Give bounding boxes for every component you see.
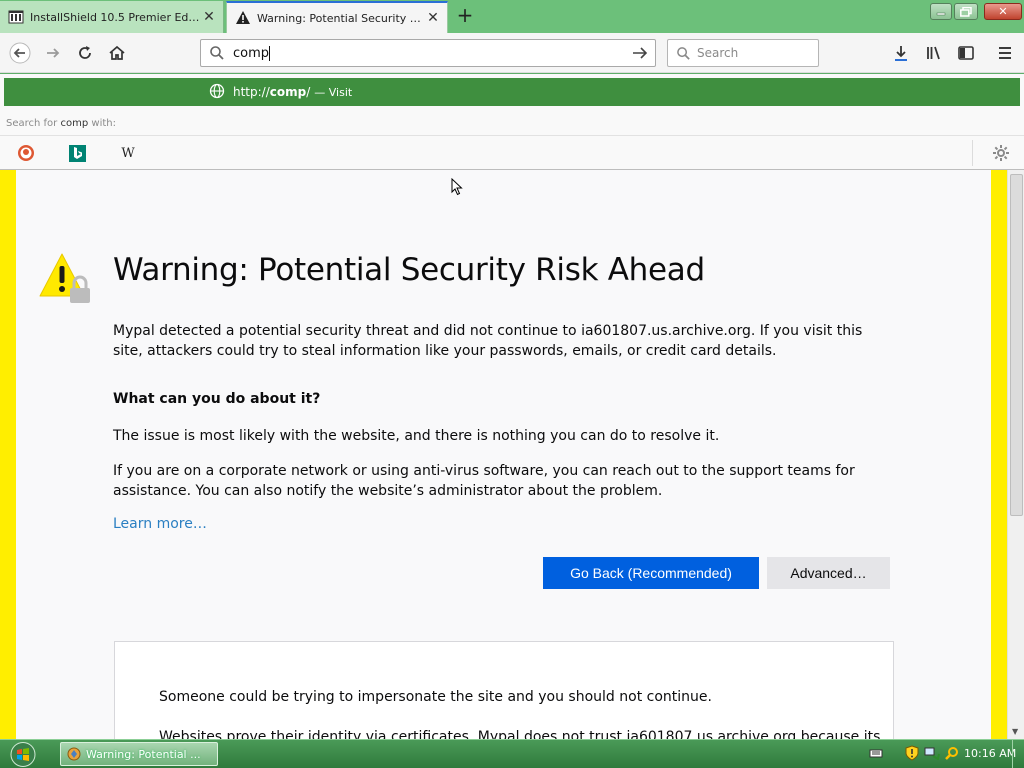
tab-installshield[interactable]: InstallShield 10.5 Premier Edition ✕ <box>0 1 224 33</box>
network-icon[interactable] <box>922 744 942 762</box>
search-for-prefix: Search for <box>6 118 58 129</box>
taskbar-window-button[interactable]: Warning: Potential ... <box>60 742 218 766</box>
go-arrow-icon[interactable] <box>631 44 649 65</box>
page-content: ▼ Warning: Potential Security Risk Ahead… <box>0 170 1024 739</box>
learn-more-link[interactable]: Learn more… <box>113 516 207 532</box>
suggestion-prefix: http:// <box>233 85 270 99</box>
search-for-suffix: with: <box>91 118 116 129</box>
search-for-label: Search for comp with: <box>6 118 116 129</box>
duckduckgo-icon[interactable] <box>16 143 36 163</box>
search-for-term: comp <box>60 118 89 129</box>
search-engine-list: W <box>0 135 1024 169</box>
scrollbar-thumb[interactable] <box>1010 174 1023 516</box>
scroll-down-arrow-icon[interactable]: ▼ <box>1012 727 1018 736</box>
browser-app-icon <box>67 747 81 761</box>
mouse-cursor-icon <box>451 177 463 199</box>
search-icon <box>676 46 691 61</box>
advanced-button[interactable]: Advanced… <box>767 557 890 589</box>
url-input-value[interactable]: comp <box>233 45 271 61</box>
minimize-icon[interactable] <box>930 3 952 20</box>
archive-icon <box>8 9 24 25</box>
visit-suggestion[interactable]: http://comp / — Visit <box>4 78 1020 106</box>
show-desktop-button[interactable] <box>1012 740 1024 768</box>
advanced-text: Someone could be trying to impersonate t… <box>159 689 712 705</box>
tab-title: Warning: Potential Security Risk Ahead <box>257 11 425 25</box>
wikipedia-icon[interactable]: W <box>118 143 138 163</box>
tab-strip: InstallShield 10.5 Premier Edition ✕ War… <box>0 0 1024 33</box>
keyboard-icon[interactable] <box>866 744 886 762</box>
suggestion-host: comp <box>269 85 307 99</box>
go-back-button[interactable]: Go Back (Recommended) <box>543 557 759 589</box>
download-icon[interactable] <box>889 41 913 65</box>
url-autocomplete-popup: http://comp / — Visit Search for comp wit… <box>0 74 1024 170</box>
suggestion-action: — Visit <box>314 85 353 99</box>
corporate-text: If you are on a corporate network or usi… <box>113 463 855 499</box>
menu-icon[interactable] <box>993 41 1017 65</box>
close-tab-icon[interactable]: ✕ <box>425 10 441 26</box>
tab-security-warning[interactable]: Warning: Potential Security Risk Ahead ✕ <box>226 1 448 33</box>
tab-title: InstallShield 10.5 Premier Edition <box>30 10 201 24</box>
security-warning-icon <box>38 252 94 309</box>
search-placeholder: Search <box>697 46 739 60</box>
system-tray <box>866 744 962 762</box>
new-tab-icon[interactable]: + <box>454 5 476 27</box>
advanced-panel: Someone could be trying to impersonate t… <box>114 641 894 739</box>
wikipedia-glyph: W <box>121 145 135 161</box>
library-icon[interactable] <box>922 41 946 65</box>
page-title: Warning: Potential Security Risk Ahead <box>113 252 705 288</box>
search-tray-icon[interactable] <box>942 744 962 762</box>
back-icon[interactable] <box>8 41 32 65</box>
close-window-icon[interactable]: ✕ <box>984 3 1022 20</box>
restore-icon[interactable] <box>954 3 978 20</box>
section-heading: What can you do about it? <box>113 391 321 407</box>
reload-icon[interactable] <box>73 41 97 65</box>
home-icon[interactable] <box>105 41 129 65</box>
gear-icon[interactable] <box>992 144 1010 165</box>
vertical-scrollbar[interactable]: ▼ <box>1007 170 1024 739</box>
close-tab-icon[interactable]: ✕ <box>201 9 217 25</box>
suggestion-suffix: / <box>306 85 311 99</box>
sidebar-icon[interactable] <box>954 41 978 65</box>
warning-stripe-left <box>0 170 16 739</box>
globe-icon <box>209 83 225 102</box>
intro-text: Mypal detected a potential security thre… <box>113 323 863 359</box>
navigation-toolbar: comp Search <box>0 33 1024 73</box>
divider <box>972 140 973 166</box>
shield-icon[interactable] <box>902 744 922 762</box>
issue-text: The issue is most likely with the websit… <box>113 428 720 444</box>
bing-icon[interactable] <box>67 143 87 163</box>
taskbar-window-title: Warning: Potential ... <box>86 747 201 761</box>
url-bar[interactable]: comp <box>200 39 656 67</box>
warning-stripe-right <box>991 170 1007 739</box>
warning-icon <box>235 10 251 26</box>
search-bar[interactable]: Search <box>667 39 819 67</box>
advanced-text: Websites prove their identity via certif… <box>159 729 881 739</box>
taskbar: Warning: Potential ... 10:16 AM <box>0 739 1024 768</box>
clock[interactable]: 10:16 AM <box>964 747 1016 760</box>
start-button-icon[interactable] <box>8 741 40 768</box>
search-icon <box>209 45 225 61</box>
forward-icon[interactable] <box>41 41 65 65</box>
